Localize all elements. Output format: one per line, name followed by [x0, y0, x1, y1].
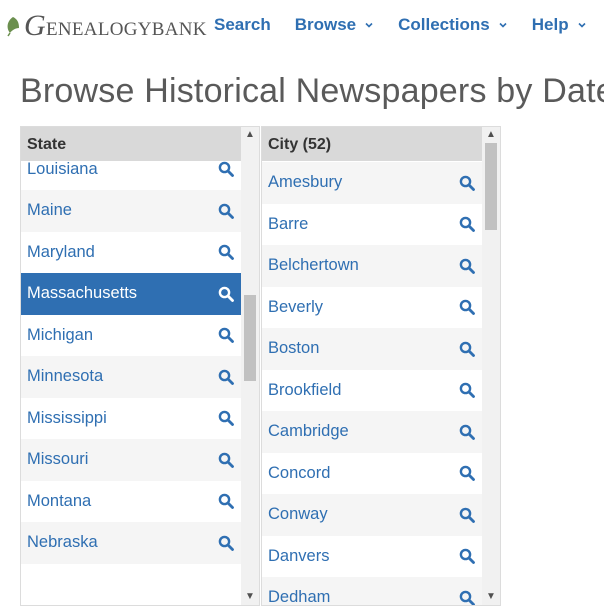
- search-icon[interactable]: [218, 161, 234, 178]
- list-item-label: Dedham: [268, 588, 331, 606]
- search-icon[interactable]: [459, 258, 475, 274]
- page-title: Browse Historical Newspapers by Date: [20, 72, 604, 110]
- nav-help[interactable]: Help: [532, 15, 587, 35]
- list-item-label: Maryland: [27, 242, 95, 261]
- genealogybank-logo[interactable]: GENEALOGYBANK: [4, 6, 207, 46]
- search-icon[interactable]: [459, 175, 475, 191]
- list-item-label: Beverly: [268, 297, 324, 316]
- list-item[interactable]: Massachusetts: [21, 273, 242, 315]
- list-item-label: Barre: [268, 214, 309, 233]
- chevron-down-icon: [365, 22, 373, 28]
- city-list: Amesbury Barre Belchertown Beverly Boston Bro…: [262, 162, 483, 606]
- search-icon[interactable]: [218, 410, 234, 427]
- main-nav: Search Browse Collections Help: [214, 15, 587, 35]
- search-icon[interactable]: [459, 465, 475, 482]
- state-scrollbar[interactable]: ▲ ▼: [241, 127, 259, 605]
- list-item-label: Belchertown: [268, 256, 359, 275]
- list-item[interactable]: Missouri: [21, 439, 242, 481]
- nav-label: Help: [531, 15, 569, 34]
- nav-search[interactable]: Search: [214, 15, 271, 35]
- search-icon[interactable]: [218, 286, 234, 302]
- list-item[interactable]: Maine: [21, 190, 242, 232]
- list-item-label: Minnesota: [27, 367, 104, 386]
- list-item-label: Danvers: [268, 546, 330, 565]
- list-item[interactable]: Nebraska: [21, 522, 242, 564]
- state-panel: KentuckyLouisianaMaineMarylandMassachuse…: [20, 126, 260, 606]
- list-item-label: Cambridge: [268, 422, 349, 441]
- list-item[interactable]: Michigan: [21, 314, 242, 356]
- search-icon[interactable]: [459, 507, 475, 523]
- city-column-header: City (52): [262, 127, 483, 161]
- search-icon[interactable]: [459, 216, 475, 233]
- search-icon[interactable]: [459, 341, 475, 357]
- city-scroll-thumb[interactable]: [485, 143, 497, 230]
- list-item-label: Maine: [27, 201, 72, 220]
- list-item[interactable]: Maryland: [21, 231, 242, 273]
- list-item-label: Amesbury: [268, 173, 343, 192]
- list-item[interactable]: Barre: [262, 203, 483, 245]
- list-item[interactable]: Minnesota: [21, 356, 242, 398]
- city-scrollbar[interactable]: ▲ ▼: [482, 127, 500, 605]
- scroll-up-arrow-icon[interactable]: ▲: [241, 127, 259, 143]
- list-item[interactable]: Beverly: [262, 286, 483, 328]
- search-icon[interactable]: [218, 327, 234, 344]
- search-icon[interactable]: [218, 452, 234, 468]
- list-item-label: Montana: [27, 491, 92, 510]
- list-item-label: Concord: [268, 463, 331, 482]
- state-column-header: State: [21, 127, 242, 161]
- list-item[interactable]: Mississippi: [21, 397, 242, 439]
- search-icon[interactable]: [218, 244, 234, 261]
- chevron-down-icon: [578, 22, 586, 28]
- chevron-down-icon: [499, 22, 507, 28]
- nav-browse[interactable]: Browse: [295, 15, 374, 35]
- search-icon[interactable]: [459, 382, 475, 399]
- search-icon[interactable]: [218, 203, 234, 219]
- scroll-up-arrow-icon[interactable]: ▲: [482, 127, 500, 143]
- search-icon[interactable]: [459, 548, 475, 565]
- state-scroll-thumb[interactable]: [244, 295, 256, 381]
- list-item-label: Boston: [268, 339, 320, 358]
- list-item[interactable]: Brookfield: [262, 369, 483, 411]
- list-item[interactable]: Conway: [262, 494, 483, 536]
- list-item[interactable]: Dedham: [262, 577, 483, 606]
- logo-text: GENEALOGYBANK: [24, 9, 207, 42]
- list-item[interactable]: Montana: [21, 480, 242, 522]
- list-item-label: Massachusetts: [27, 284, 138, 303]
- list-item[interactable]: Danvers: [262, 535, 483, 577]
- search-icon[interactable]: [218, 535, 234, 551]
- search-icon[interactable]: [218, 369, 234, 385]
- list-item[interactable]: Amesbury: [262, 162, 483, 204]
- city-panel: Amesbury Barre Belchertown Beverly Boston Bro…: [261, 126, 501, 606]
- scroll-down-arrow-icon[interactable]: ▼: [482, 589, 500, 605]
- list-item[interactable]: Boston: [262, 328, 483, 370]
- list-item-label: Michigan: [27, 325, 94, 344]
- state-list: KentuckyLouisianaMaineMarylandMassachuse…: [21, 127, 242, 564]
- nav-label: Collections: [398, 15, 490, 34]
- nav-label: Browse: [294, 15, 357, 34]
- list-item-label: Conway: [268, 505, 328, 524]
- search-icon[interactable]: [459, 590, 475, 606]
- nav-label: Search: [214, 15, 271, 34]
- leaf-icon: [7, 17, 19, 37]
- scroll-down-arrow-icon[interactable]: ▼: [241, 589, 259, 605]
- list-item-label: Nebraska: [27, 533, 98, 552]
- search-icon[interactable]: [459, 299, 475, 316]
- list-item-label: Mississippi: [27, 408, 107, 427]
- search-icon[interactable]: [459, 424, 475, 440]
- search-icon[interactable]: [218, 493, 234, 510]
- list-item[interactable]: Concord: [262, 452, 483, 494]
- list-item[interactable]: Cambridge: [262, 411, 483, 453]
- top-navigation-bar: GENEALOGYBANK Search Browse Collections Hel…: [0, 0, 604, 56]
- list-item[interactable]: Belchertown: [262, 245, 483, 287]
- nav-collections[interactable]: Collections: [398, 15, 508, 35]
- list-item-label: Missouri: [27, 450, 89, 469]
- list-item-label: Brookfield: [268, 380, 342, 399]
- list-item-label: Louisiana: [27, 159, 98, 178]
